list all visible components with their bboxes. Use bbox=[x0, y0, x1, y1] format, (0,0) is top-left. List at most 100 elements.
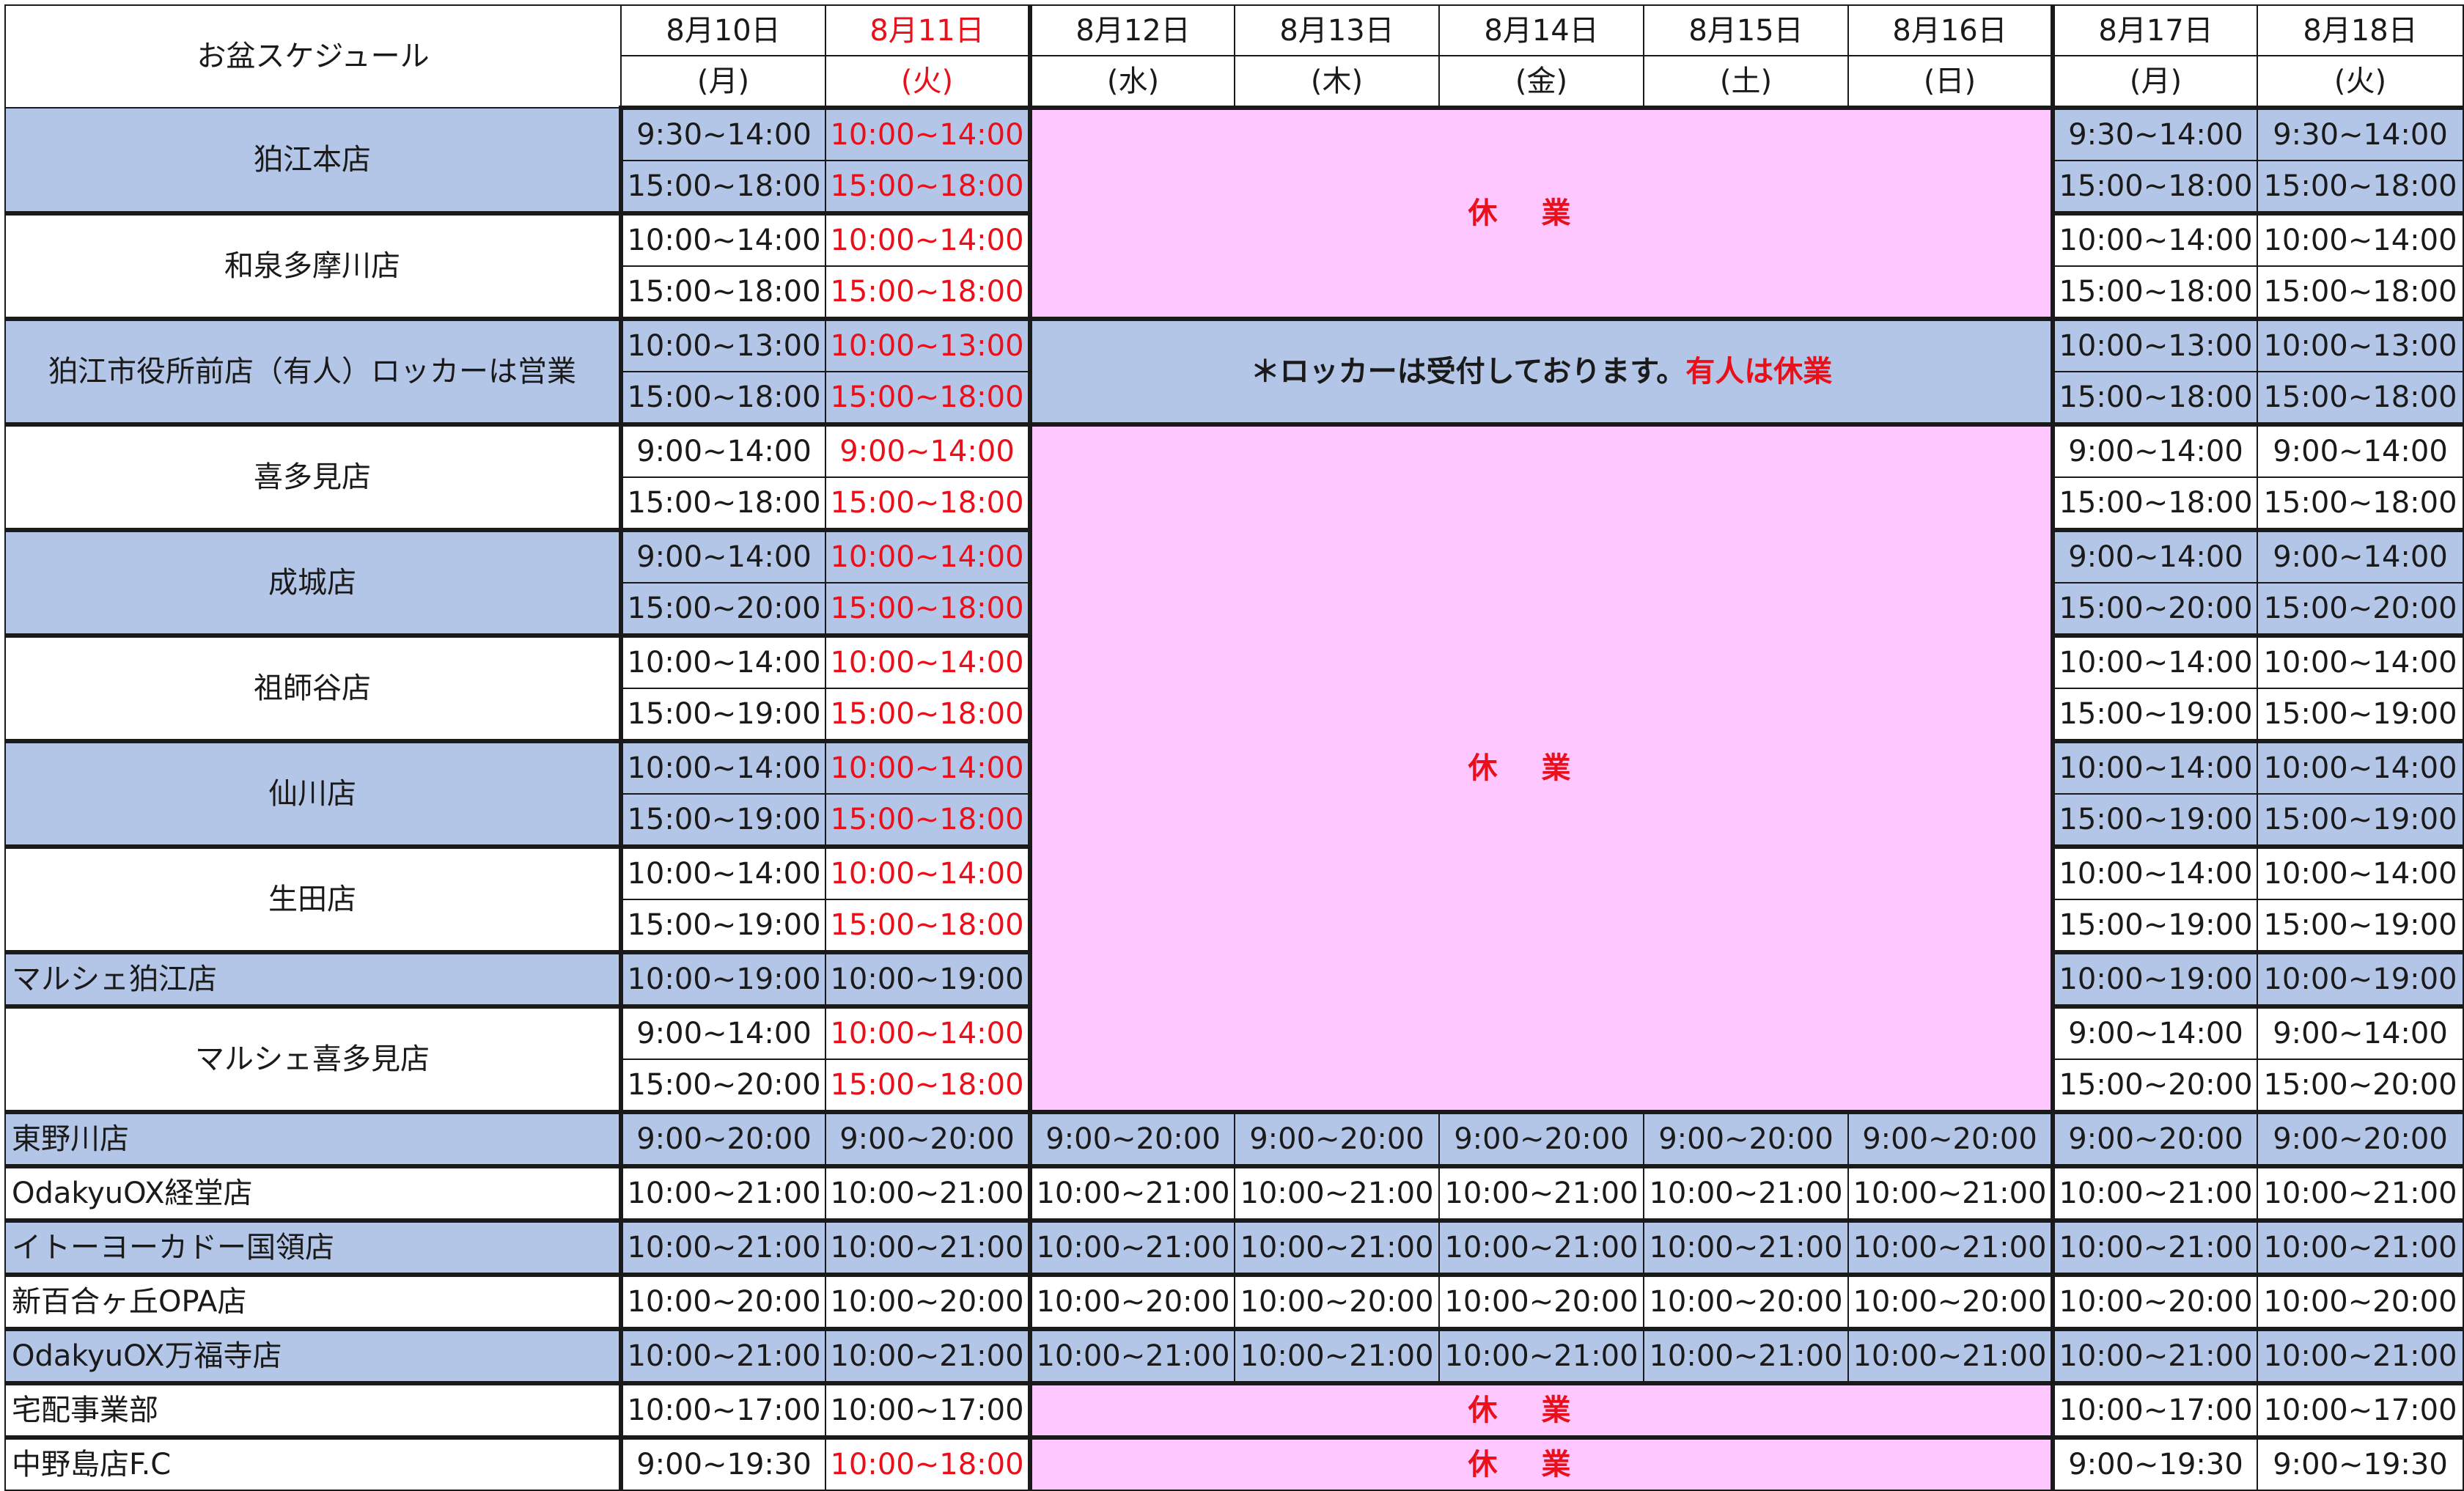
weekday-header: (金) bbox=[1438, 55, 1644, 110]
weekday-header: (土) bbox=[1643, 55, 1849, 110]
hours-cell: 10:00~17:00 bbox=[619, 1381, 826, 1438]
hours-cell: 15:00~18:00 bbox=[825, 371, 1032, 425]
hours-cell: 10:00~14:00 bbox=[825, 844, 1032, 900]
hours-cell: 10:00~21:00 bbox=[1438, 1164, 1644, 1221]
locker-closed-text: 有人は休業 bbox=[1685, 355, 1833, 389]
hours-cell: 15:00~18:00 bbox=[825, 793, 1032, 847]
store-name: マルシェ狛江店 bbox=[4, 950, 622, 1007]
hours-cell: 9:00~14:00 bbox=[2257, 528, 2464, 583]
hours-cell: 10:00~14:00 bbox=[825, 107, 1032, 161]
hours-cell: 10:00~21:00 bbox=[619, 1218, 826, 1275]
table-row: OdakyuOX経堂店 10:00~21:00 10:00~21:00 10:00~2… bbox=[4, 1164, 2464, 1221]
hours-cell: 10:00~20:00 bbox=[1438, 1273, 1644, 1330]
hours-cell: 15:00~18:00 bbox=[2052, 160, 2258, 214]
hours-cell: 10:00~21:00 bbox=[1847, 1327, 2055, 1384]
hours-cell: 10:00~14:00 bbox=[2257, 844, 2464, 900]
hours-cell: 10:00~14:00 bbox=[619, 633, 826, 689]
hours-cell: 10:00~21:00 bbox=[2052, 1164, 2258, 1221]
hours-cell: 9:00~19:30 bbox=[2052, 1435, 2258, 1491]
store-name: 仙川店 bbox=[4, 739, 622, 847]
hours-cell: 15:00~18:00 bbox=[2052, 371, 2258, 425]
store-name: 宅配事業部 bbox=[4, 1381, 622, 1438]
hours-cell: 15:00~19:00 bbox=[2257, 793, 2464, 847]
store-name: 新百合ヶ丘OPA店 bbox=[4, 1273, 622, 1330]
hours-cell: 15:00~18:00 bbox=[2257, 160, 2464, 214]
hours-cell: 15:00~18:00 bbox=[2052, 265, 2258, 320]
hours-cell: 9:00~20:00 bbox=[1029, 1110, 1235, 1167]
weekday-header: (月) bbox=[2052, 55, 2258, 110]
hours-cell: 9:00~14:00 bbox=[619, 1004, 826, 1060]
date-header: 8月10日 bbox=[620, 4, 826, 56]
hours-cell: 9:00~19:30 bbox=[619, 1435, 826, 1491]
date-header: 8月11日 bbox=[825, 4, 1032, 56]
hours-cell: 10:00~21:00 bbox=[1438, 1218, 1644, 1275]
date-header: 8月18日 bbox=[2257, 4, 2464, 56]
hours-cell: 9:30~14:00 bbox=[2052, 107, 2258, 161]
weekday-header: (日) bbox=[1847, 55, 2055, 110]
hours-cell: 10:00~20:00 bbox=[1643, 1273, 1849, 1330]
hours-cell: 9:00~20:00 bbox=[1438, 1110, 1644, 1167]
hours-cell: 10:00~17:00 bbox=[2257, 1381, 2464, 1438]
weekday-label: (月) bbox=[696, 64, 750, 98]
hours-cell: 10:00~14:00 bbox=[2257, 633, 2464, 689]
hours-cell: 10:00~20:00 bbox=[1234, 1273, 1440, 1330]
hours-cell: 10:00~20:00 bbox=[1029, 1273, 1235, 1330]
hours-cell: 15:00~19:00 bbox=[619, 793, 826, 847]
hours-cell: 15:00~18:00 bbox=[2257, 265, 2464, 320]
hours-cell: 15:00~20:00 bbox=[2052, 1059, 2258, 1113]
hours-cell: 15:00~18:00 bbox=[825, 160, 1032, 214]
weekday-label: (日) bbox=[1923, 64, 1976, 98]
hours-cell: 15:00~18:00 bbox=[2052, 476, 2258, 531]
hours-cell: 15:00~20:00 bbox=[2257, 1059, 2464, 1113]
date-header: 8月14日 bbox=[1438, 4, 1644, 56]
hours-cell: 9:00~14:00 bbox=[619, 422, 826, 478]
hours-cell: 10:00~21:00 bbox=[1029, 1164, 1235, 1221]
weekday-header: (月) bbox=[620, 55, 826, 110]
hours-cell: 10:00~21:00 bbox=[1029, 1218, 1235, 1275]
locker-notice: ＊ロッカーは受付しております。有人は休業 bbox=[1029, 317, 2055, 425]
hours-cell: 10:00~21:00 bbox=[1029, 1327, 1235, 1384]
weekday-header: (火) bbox=[2257, 55, 2464, 110]
hours-cell: 10:00~20:00 bbox=[2052, 1273, 2258, 1330]
hours-cell: 10:00~21:00 bbox=[825, 1327, 1032, 1384]
hours-cell: 10:00~21:00 bbox=[1438, 1327, 1644, 1384]
hours-cell: 10:00~14:00 bbox=[825, 1004, 1032, 1060]
weekday-label: (金) bbox=[1515, 64, 1568, 98]
hours-cell: 15:00~19:00 bbox=[2257, 688, 2464, 742]
hours-cell: 10:00~21:00 bbox=[1234, 1218, 1440, 1275]
hours-cell: 10:00~21:00 bbox=[619, 1327, 826, 1384]
hours-cell: 10:00~14:00 bbox=[825, 211, 1032, 267]
hours-cell: 15:00~18:00 bbox=[825, 476, 1032, 531]
store-name: 成城店 bbox=[4, 528, 622, 636]
weekday-label: (水) bbox=[1106, 64, 1160, 98]
hours-cell: 15:00~19:00 bbox=[2052, 793, 2258, 847]
hours-cell: 10:00~21:00 bbox=[1234, 1327, 1440, 1384]
hours-cell: 15:00~18:00 bbox=[825, 688, 1032, 742]
table-title: お盆スケジュール bbox=[4, 4, 622, 108]
hours-cell: 10:00~14:00 bbox=[619, 739, 826, 795]
hours-cell: 15:00~18:00 bbox=[619, 160, 826, 214]
hours-cell: 9:00~14:00 bbox=[619, 528, 826, 583]
hours-cell: 9:00~14:00 bbox=[2257, 422, 2464, 478]
weekday-header: (水) bbox=[1029, 55, 1235, 110]
hours-cell: 10:00~14:00 bbox=[2257, 739, 2464, 795]
store-name: 狛江本店 bbox=[4, 107, 622, 214]
hours-cell: 10:00~19:00 bbox=[825, 950, 1032, 1007]
hours-cell: 15:00~18:00 bbox=[2257, 476, 2464, 531]
store-name: OdakyuOX万福寺店 bbox=[4, 1327, 622, 1384]
hours-cell: 9:00~14:00 bbox=[2257, 1004, 2464, 1060]
table-row: イトーヨーカドー国領店 10:00~21:00 10:00~21:00 10:00~2… bbox=[4, 1218, 2464, 1275]
weekday-label: (火) bbox=[2334, 64, 2387, 98]
hours-cell: 10:00~20:00 bbox=[2257, 1273, 2464, 1330]
store-name: マルシェ喜多見店 bbox=[4, 1004, 622, 1113]
hours-cell: 9:30~14:00 bbox=[2257, 107, 2464, 161]
hours-cell: 10:00~13:00 bbox=[2257, 317, 2464, 372]
hours-cell: 10:00~14:00 bbox=[825, 528, 1032, 583]
hours-cell: 9:00~20:00 bbox=[1234, 1110, 1440, 1167]
weekday-label: (火) bbox=[900, 64, 954, 98]
hours-cell: 15:00~18:00 bbox=[619, 476, 826, 531]
hours-cell: 15:00~18:00 bbox=[825, 265, 1032, 320]
hours-cell: 9:00~20:00 bbox=[2052, 1110, 2258, 1167]
store-name: 生田店 bbox=[4, 844, 622, 953]
table-row: 東野川店 9:00~20:00 9:00~20:00 9:00~20:00 9:00~2… bbox=[4, 1110, 2464, 1167]
